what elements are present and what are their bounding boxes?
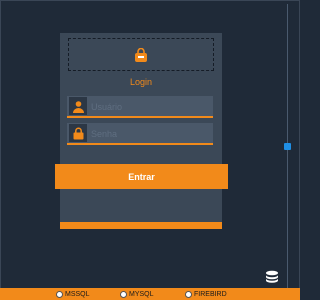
password-field[interactable] xyxy=(67,123,213,145)
password-input[interactable] xyxy=(91,125,209,142)
vertical-scroll-handle[interactable] xyxy=(284,143,291,150)
username-field[interactable] xyxy=(67,96,213,118)
db-option-label: MSSQL xyxy=(65,291,90,298)
db-option-mysql[interactable]: MYSQL xyxy=(120,290,154,299)
database-icon[interactable] xyxy=(265,270,279,284)
radio-mysql[interactable] xyxy=(120,291,127,298)
login-panel: Login xyxy=(60,33,222,229)
lock-icon xyxy=(69,124,87,142)
login-title: Login xyxy=(129,77,153,87)
user-icon xyxy=(69,97,87,115)
db-option-label: MYSQL xyxy=(129,291,154,298)
db-option-firebird[interactable]: FIREBIRD xyxy=(185,290,227,299)
database-selector-bar: MSSQL MYSQL FIREBIRD xyxy=(0,288,300,300)
enter-button[interactable]: Entrar xyxy=(55,164,228,189)
db-option-mssql[interactable]: MSSQL xyxy=(56,290,90,299)
radio-mssql[interactable] xyxy=(56,291,63,298)
db-option-label: FIREBIRD xyxy=(194,291,227,298)
logo-box xyxy=(68,38,214,71)
lock-logo-icon xyxy=(135,47,147,62)
panel-bottom-accent xyxy=(60,222,222,229)
username-input[interactable] xyxy=(91,98,209,115)
radio-firebird[interactable] xyxy=(185,291,192,298)
